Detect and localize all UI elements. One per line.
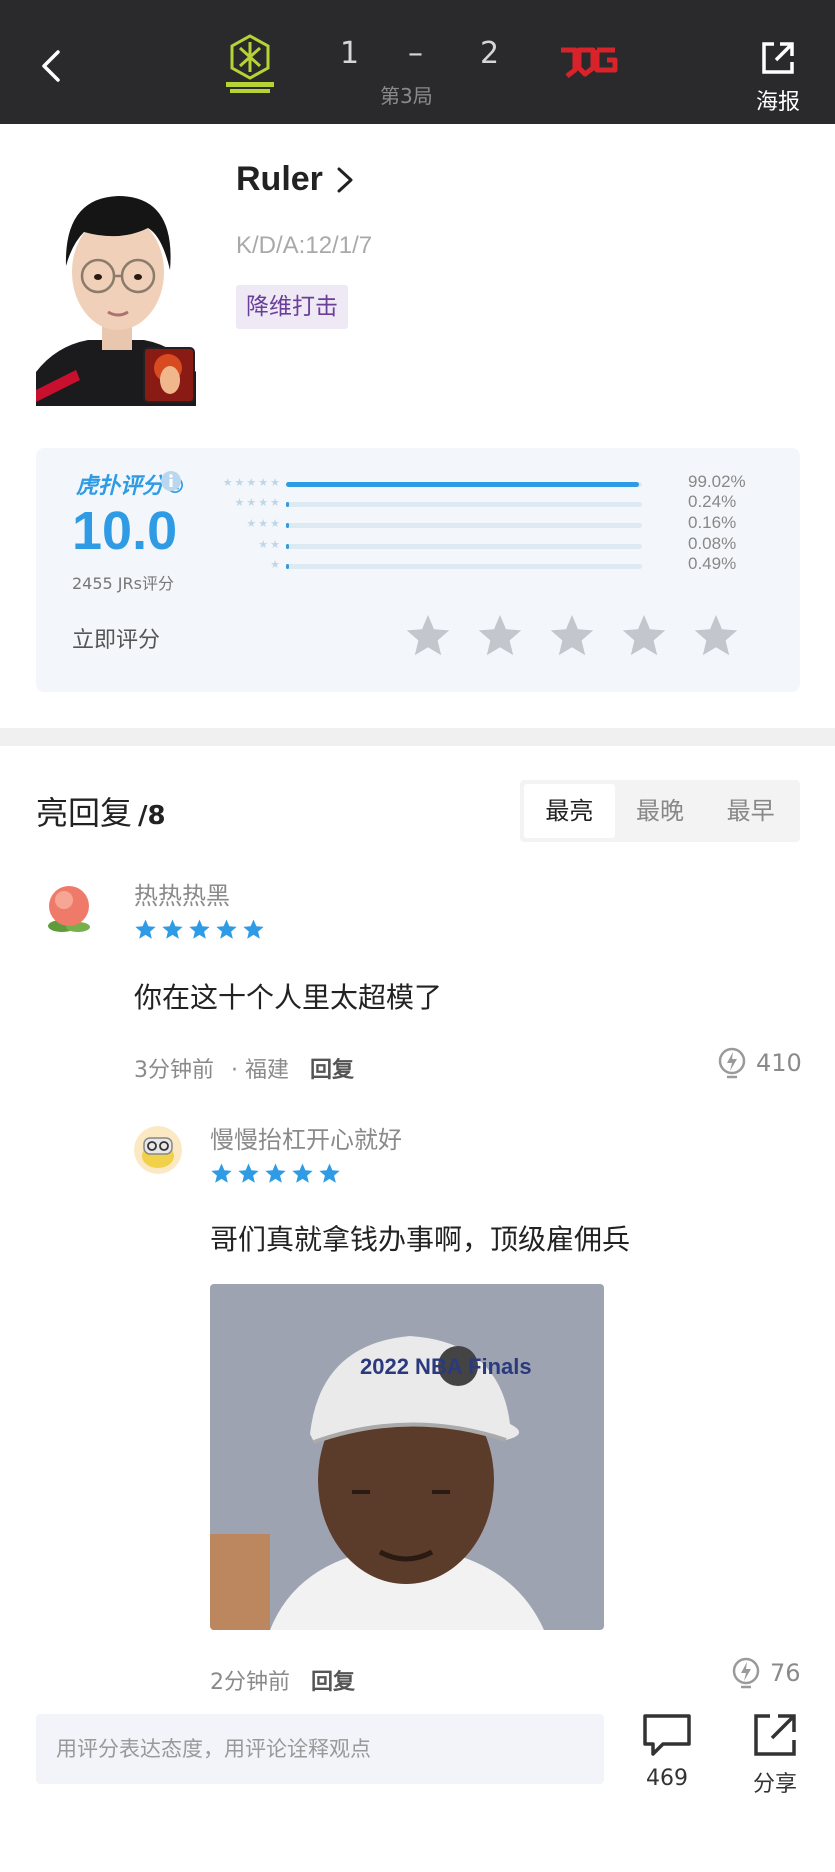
cap-text: 2022 NBA Finals (360, 1354, 532, 1379)
comment-username[interactable]: 慢慢抬杠开心就好 (210, 1120, 402, 1155)
rating-count: 2455 JRs评分 (72, 574, 174, 593)
comment-rating-stars (134, 918, 265, 941)
distribution-bar-track (286, 544, 642, 549)
chevron-right-icon (337, 167, 353, 192)
star-icon (210, 1162, 233, 1185)
reply-button[interactable]: 回复 (311, 1670, 355, 1695)
score-right: 2 (480, 36, 500, 71)
replies-title: 亮回复/8 (36, 788, 166, 834)
player-tag: 降维打击 (236, 285, 348, 329)
comment-count: 469 (646, 1766, 688, 1791)
distribution-bar-track (286, 482, 642, 487)
star-icon (291, 1162, 314, 1185)
star-icon (264, 1162, 287, 1185)
star-icon (161, 918, 184, 941)
like-button[interactable]: 410 (716, 1046, 802, 1080)
comment-image[interactable]: 2022 NBA Finals (210, 1284, 604, 1630)
player-name-link[interactable]: Ruler (236, 160, 359, 199)
rating-card: 虎扑评分® 10.0 2455 JRs评分 立即评分 ★★★★★ 99.02% ★★… (36, 448, 800, 692)
lightbulb-icon (718, 1047, 746, 1079)
section-divider (0, 728, 835, 746)
distribution-star-icons: ★★★★★ (222, 476, 282, 489)
avatar[interactable] (36, 872, 102, 938)
top-bar: 1 – 2 第3局 海报 (0, 0, 835, 124)
distribution-star-icons: ★★★ (246, 517, 282, 530)
comment-meta: 2分钟前 回复 (210, 1664, 355, 1696)
comment-location: · 福建 (231, 1058, 289, 1083)
distribution-bar-fill (286, 564, 289, 569)
avatar[interactable] (134, 1126, 182, 1174)
share-icon (754, 1714, 796, 1756)
distribution-bar-track (286, 564, 642, 569)
rate-star-icon-1[interactable] (404, 612, 452, 660)
distribution-percent: 0.08% (688, 534, 737, 553)
distribution-bar-fill (286, 544, 289, 549)
star-icon (215, 918, 238, 941)
comment-text: 你在这十个人里太超模了 (134, 981, 443, 1014)
star-icon (134, 918, 157, 941)
rate-stars (404, 612, 740, 660)
star-icon (237, 1162, 260, 1185)
tab-earliest[interactable]: 最早 (705, 784, 796, 838)
game-number-label: 第3局 (380, 84, 433, 108)
distribution-bar-track (286, 502, 642, 507)
info-icon[interactable] (160, 470, 182, 492)
star-icon (188, 918, 211, 941)
lightbulb-icon (732, 1657, 760, 1689)
distribution-bar-fill (286, 502, 289, 507)
comment-bubble-icon (643, 1714, 691, 1756)
score-separator: – (408, 36, 423, 71)
distribution-percent: 99.02% (688, 472, 746, 491)
replies-count: /8 (138, 801, 166, 831)
like-button[interactable]: 76 (730, 1656, 801, 1690)
comment-time: 3分钟前 (134, 1058, 214, 1083)
comment-time: 2分钟前 (210, 1670, 290, 1695)
comment-meta: 3分钟前 · 福建 回复 (134, 1052, 354, 1084)
distribution-bar-fill (286, 482, 639, 487)
comment-rating-stars (210, 1162, 341, 1185)
distribution-percent: 0.49% (688, 554, 737, 573)
comments-button[interactable]: 469 (632, 1712, 702, 1791)
distribution-row-1-star: ★ 0.49% (206, 554, 786, 578)
player-name: Ruler (236, 160, 323, 198)
distribution-star-icons: ★★★★ (234, 496, 282, 509)
distribution-percent: 0.24% (688, 492, 737, 511)
rate-now-label: 立即评分 (72, 628, 161, 653)
share-button[interactable]: 分享 (740, 1712, 810, 1798)
replies-title-label: 亮回复 (36, 794, 133, 832)
distribution-bar-track (286, 523, 642, 528)
comment-input[interactable]: 用评分表达态度，用评论诠释观点 (36, 1714, 604, 1784)
sort-tabs: 最亮 最晚 最早 (520, 780, 800, 842)
tab-hottest[interactable]: 最亮 (524, 784, 615, 838)
distribution-star-icons: ★ (270, 558, 282, 571)
average-score: 10.0 (72, 501, 178, 561)
score-left: 1 (340, 36, 360, 71)
rate-star-icon-4[interactable] (620, 612, 668, 660)
distribution-star-icons: ★★ (258, 538, 282, 551)
team-logo-jdg[interactable] (557, 40, 619, 86)
share-label: 分享 (752, 1772, 797, 1797)
poster-label: 海报 (755, 90, 800, 115)
tab-latest[interactable]: 最晚 (615, 784, 706, 838)
rate-star-icon-5[interactable] (692, 612, 740, 660)
external-share-icon (762, 42, 794, 74)
poster-button[interactable]: 海报 (748, 38, 808, 118)
reply-button[interactable]: 回复 (310, 1058, 354, 1083)
rate-star-icon-3[interactable] (548, 612, 596, 660)
distribution-percent: 0.16% (688, 513, 737, 532)
team-logo-ninjas-in-pyjamas[interactable] (222, 34, 278, 96)
like-count: 76 (770, 1659, 801, 1687)
rate-star-icon-2[interactable] (476, 612, 524, 660)
comment-username[interactable]: 热热热黑 (134, 876, 230, 911)
star-icon (318, 1162, 341, 1185)
distribution-bar-fill (286, 523, 289, 528)
star-icon (242, 918, 265, 941)
like-count: 410 (756, 1049, 802, 1077)
comment-text: 哥们真就拿钱办事啊，顶级雇佣兵 (210, 1223, 631, 1256)
kda-stat: K/D/A:12/1/7 (236, 232, 373, 259)
back-arrow-icon[interactable] (30, 44, 74, 88)
player-avatar[interactable] (36, 158, 196, 406)
